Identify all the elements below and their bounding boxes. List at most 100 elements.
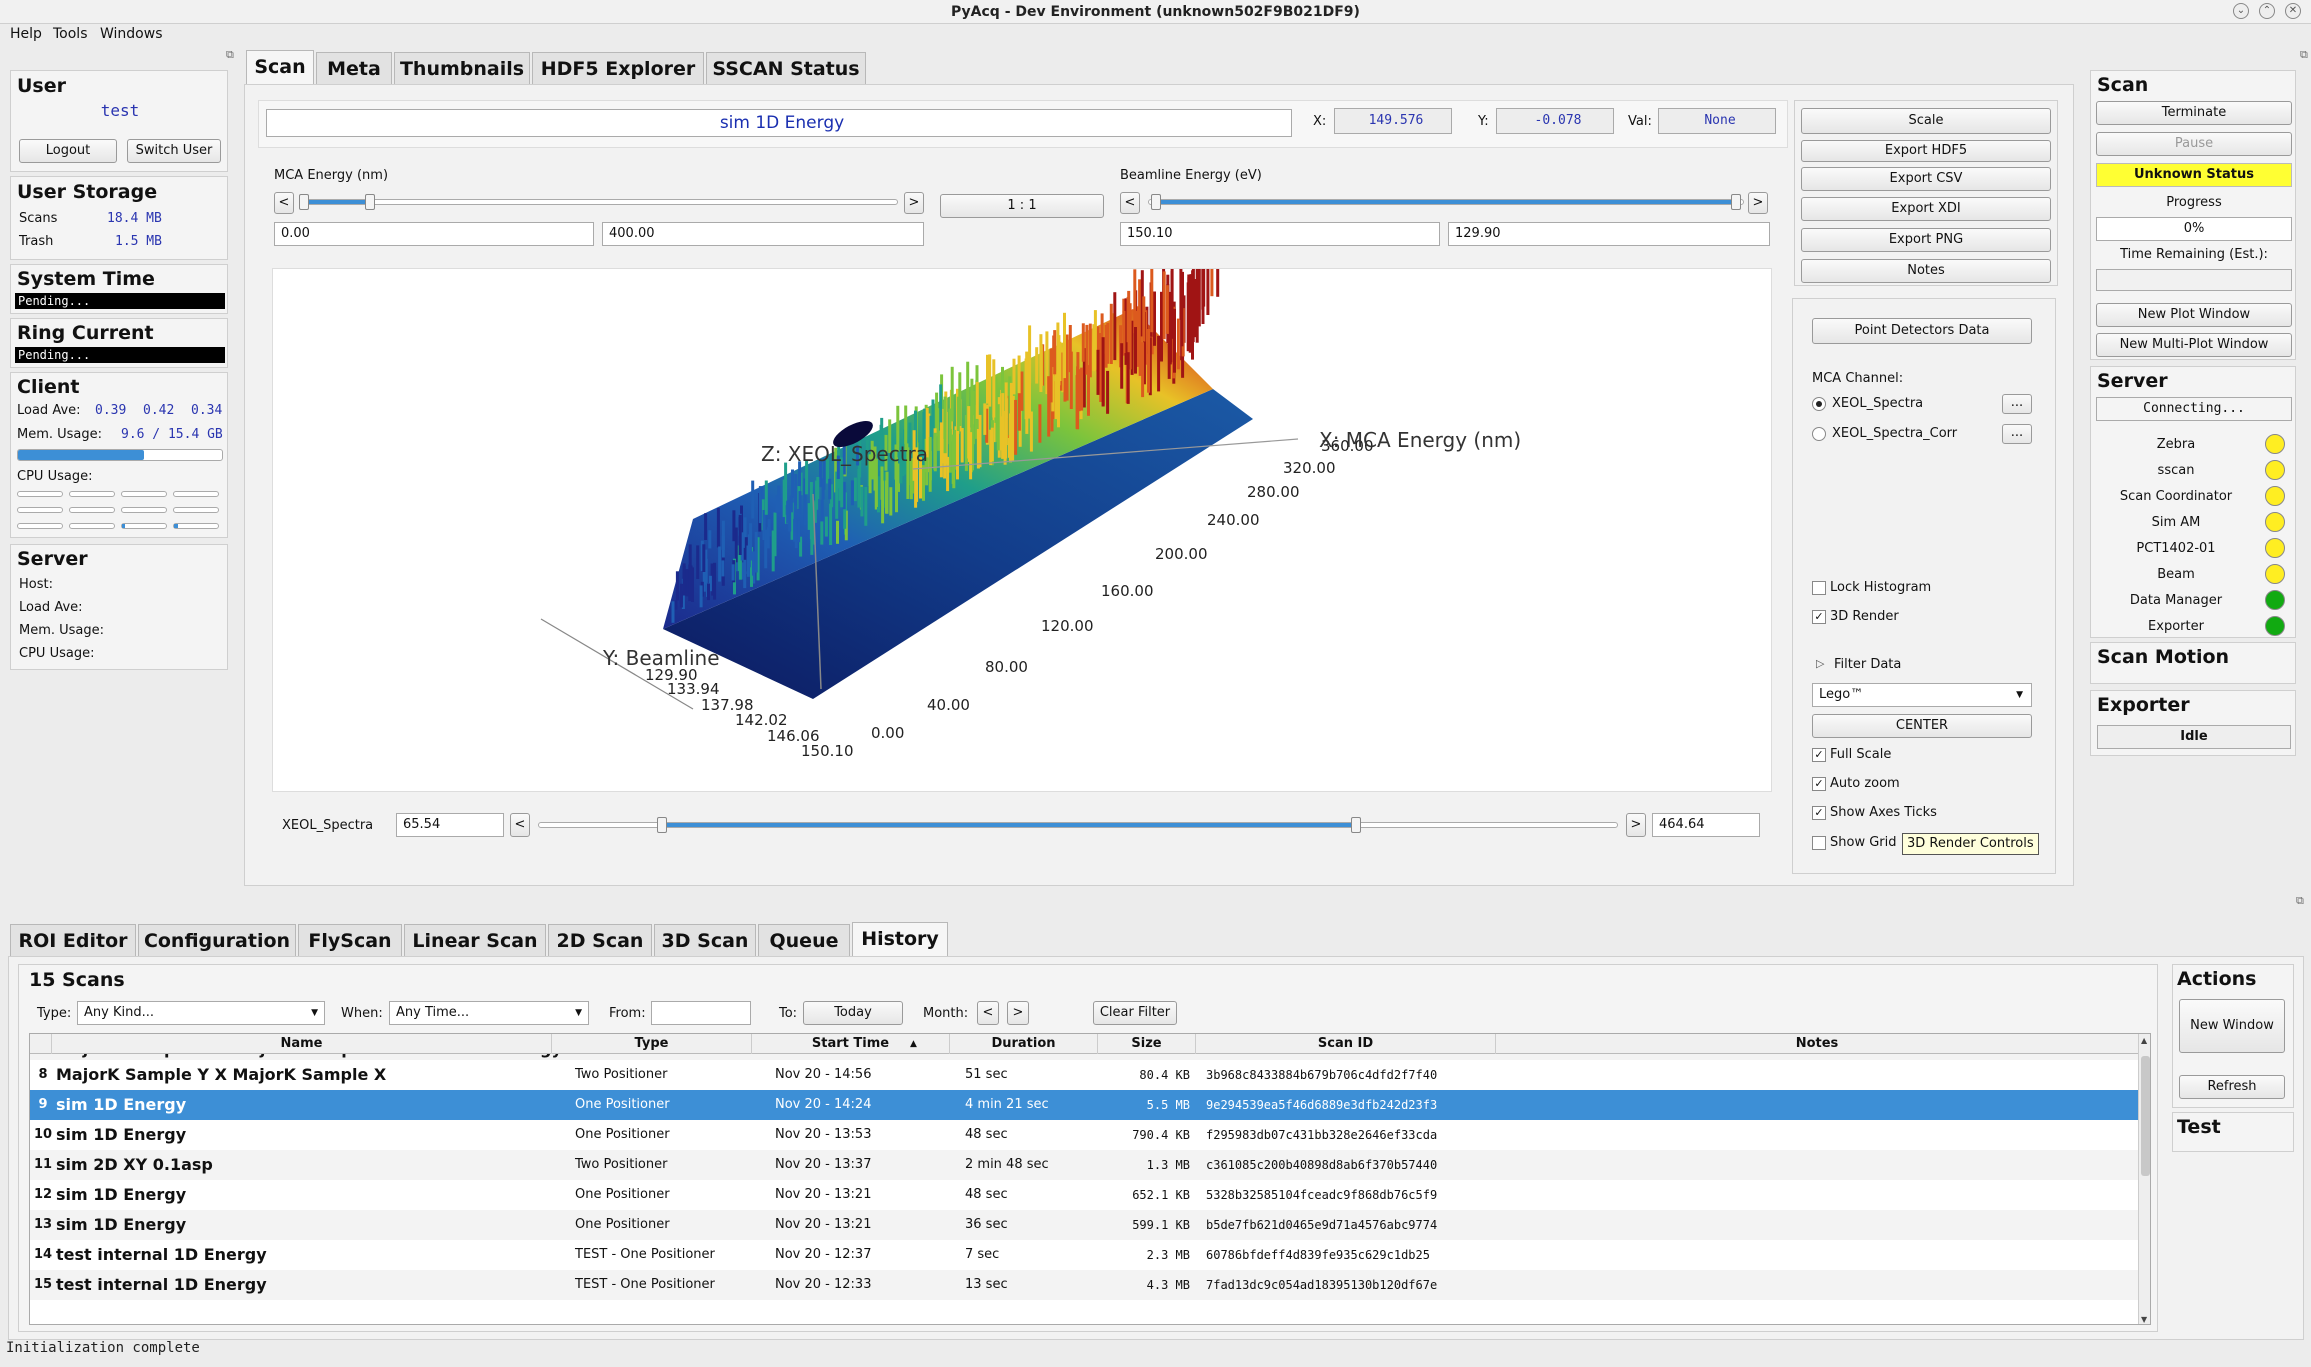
col-start-time[interactable]: Start Time xyxy=(752,1034,950,1054)
filter-data-label[interactable]: Filter Data xyxy=(1834,657,1901,672)
export-png-button[interactable]: Export PNG xyxy=(1801,228,2051,252)
mca-max-field[interactable]: 400.00 xyxy=(602,222,924,246)
plot-3d-area[interactable]: 0.00 40.00 80.00 120.00 160.00 200.00 240.00 28… xyxy=(272,233,1773,793)
logout-button[interactable]: Logout xyxy=(19,139,117,163)
beamline-range-handle-max[interactable] xyxy=(1731,194,1741,210)
terminate-button[interactable]: Terminate xyxy=(2096,101,2292,125)
channel-xeol-spectra-corr-more-button[interactable]: ... xyxy=(2002,424,2032,444)
lock-histogram-checkbox[interactable] xyxy=(1812,581,1826,595)
undock-icon[interactable]: ⧉ xyxy=(226,48,234,62)
tab-configuration[interactable]: Configuration xyxy=(138,924,296,957)
pause-button[interactable]: Pause xyxy=(2096,132,2292,156)
to-date-button[interactable]: Today xyxy=(803,1001,903,1025)
mca-min-field[interactable]: 0.00 xyxy=(274,222,594,246)
new-plot-window-button[interactable]: New Plot Window xyxy=(2096,303,2292,327)
export-hdf5-button[interactable]: Export HDF5 xyxy=(1801,140,2051,162)
undock-icon-right[interactable]: ⧉ xyxy=(2300,48,2308,62)
table-row[interactable]: 8 MajorK Sample Y X MajorK Sample X Two Po… xyxy=(30,1060,2141,1090)
radio-xeol-spectra-corr[interactable] xyxy=(1812,427,1826,441)
col-name[interactable]: Name xyxy=(52,1034,552,1054)
xeol-range-handle-max[interactable] xyxy=(1351,817,1361,833)
export-csv-button[interactable]: Export CSV xyxy=(1801,167,2051,191)
render-mode-select[interactable]: Lego™ ▼ xyxy=(1812,683,2032,707)
new-window-button[interactable]: New Window xyxy=(2179,999,2285,1053)
table-row[interactable]: 14 test internal 1D Energy TEST - One Posi… xyxy=(30,1240,2141,1270)
tab-roi-editor[interactable]: ROI Editor xyxy=(10,924,136,957)
plot-title-field[interactable]: sim 1D Energy xyxy=(266,109,1292,137)
tab-3d-scan[interactable]: 3D Scan xyxy=(654,924,756,957)
col-duration[interactable]: Duration xyxy=(950,1034,1098,1054)
undock-icon-bottom[interactable]: ⧉ xyxy=(2296,894,2304,908)
xeol-range-slider[interactable] xyxy=(538,817,1618,833)
show-grid-checkbox[interactable] xyxy=(1812,836,1826,850)
mca-prev-button[interactable]: < xyxy=(274,192,294,214)
filter-expand-icon[interactable]: ▷ xyxy=(1816,657,1824,670)
history-scrollbar[interactable]: ▲ ▼ xyxy=(2138,1034,2150,1324)
channel-xeol-spectra-more-button[interactable]: ... xyxy=(2002,394,2032,414)
tab-sscan-status[interactable]: SSCAN Status xyxy=(706,52,866,85)
switch-user-button[interactable]: Switch User xyxy=(127,139,221,163)
export-xdi-button[interactable]: Export XDI xyxy=(1801,197,2051,221)
scrollbar-thumb[interactable] xyxy=(2141,1056,2150,1176)
beamline-range-handle-min[interactable] xyxy=(1151,194,1161,210)
tab-2d-scan[interactable]: 2D Scan xyxy=(548,924,652,957)
beamline-next-button[interactable]: > xyxy=(1748,192,1768,214)
beamline-range-slider[interactable] xyxy=(1148,194,1744,210)
tab-meta[interactable]: Meta xyxy=(316,52,392,85)
tab-history[interactable]: History xyxy=(852,922,948,957)
beamline-prev-button[interactable]: < xyxy=(1120,192,1140,214)
clear-filter-button[interactable]: Clear Filter xyxy=(1093,1001,1177,1025)
mca-range-slider[interactable] xyxy=(299,194,898,210)
mca-range-handle-max[interactable] xyxy=(365,194,375,210)
col-size[interactable]: Size xyxy=(1098,1034,1196,1054)
xeol-range-handle-min[interactable] xyxy=(657,817,667,833)
menu-help[interactable]: Help xyxy=(10,26,42,42)
when-filter-select[interactable]: Any Time... ▼ xyxy=(389,1001,589,1025)
table-row[interactable]: 12 sim 1D Energy One Positioner Nov 20 - 13… xyxy=(30,1180,2141,1210)
tab-scan[interactable]: Scan xyxy=(246,50,314,85)
notes-button[interactable]: Notes xyxy=(1801,259,2051,283)
from-date-field[interactable] xyxy=(651,1001,751,1025)
table-row[interactable]: 15 test internal 1D Energy TEST - One Posi… xyxy=(30,1270,2141,1300)
minimize-icon[interactable]: ⌄ xyxy=(2233,3,2249,19)
xeol-prev-button[interactable]: < xyxy=(510,813,530,837)
surface-3d-chart[interactable]: 0.00 40.00 80.00 120.00 160.00 200.00 240.00 28… xyxy=(273,233,1773,793)
beamline-min-field[interactable]: 150.10 xyxy=(1120,222,1440,246)
mca-next-button[interactable]: > xyxy=(904,192,924,214)
render-3d-checkbox[interactable]: ✓ xyxy=(1812,610,1826,624)
show-axes-ticks-checkbox[interactable]: ✓ xyxy=(1812,806,1826,820)
col-type[interactable]: Type xyxy=(552,1034,752,1054)
maximize-icon[interactable]: ⌃ xyxy=(2259,3,2275,19)
new-multi-plot-window-button[interactable]: New Multi-Plot Window xyxy=(2096,333,2292,357)
center-button[interactable]: CENTER xyxy=(1812,714,2032,738)
close-icon[interactable]: ✕ xyxy=(2285,3,2301,19)
xeol-max-field[interactable]: 464.64 xyxy=(1652,813,1760,837)
col-scan-id[interactable]: Scan ID xyxy=(1196,1034,1496,1054)
full-scale-checkbox[interactable]: ✓ xyxy=(1812,748,1826,762)
xeol-next-button[interactable]: > xyxy=(1626,813,1646,837)
beamline-max-field[interactable]: 129.90 xyxy=(1448,222,1770,246)
tab-linear-scan[interactable]: Linear Scan xyxy=(404,924,546,957)
tab-hdf5-explorer[interactable]: HDF5 Explorer xyxy=(532,52,704,85)
history-table[interactable]: 7MajorK Sample X X MajorK Sample Y X Bea… xyxy=(29,1033,2151,1325)
mca-range-handle-min[interactable] xyxy=(299,194,309,210)
tab-thumbnails[interactable]: Thumbnails xyxy=(394,52,530,85)
col-notes[interactable]: Notes xyxy=(1496,1034,2138,1054)
table-row[interactable]: 10 sim 1D Energy One Positioner Nov 20 - 13… xyxy=(30,1120,2141,1150)
table-row[interactable]: 11 sim 2D XY 0.1asp Two Positioner Nov 20 -… xyxy=(30,1150,2141,1180)
menu-windows[interactable]: Windows xyxy=(100,26,163,42)
point-detectors-button[interactable]: Point Detectors Data xyxy=(1812,318,2032,344)
refresh-button[interactable]: Refresh xyxy=(2179,1075,2285,1099)
type-filter-select[interactable]: Any Kind... ▼ xyxy=(77,1001,325,1025)
aspect-ratio-button[interactable]: 1 : 1 xyxy=(940,194,1104,218)
scale-button[interactable]: Scale xyxy=(1801,108,2051,134)
tab-flyscan[interactable]: FlyScan xyxy=(298,924,402,957)
auto-zoom-checkbox[interactable]: ✓ xyxy=(1812,777,1826,791)
xeol-min-field[interactable]: 65.54 xyxy=(396,813,504,837)
month-prev-button[interactable]: < xyxy=(977,1001,999,1025)
menu-tools[interactable]: Tools xyxy=(53,26,88,42)
table-row[interactable]: 13 sim 1D Energy One Positioner Nov 20 - 13… xyxy=(30,1210,2141,1240)
month-next-button[interactable]: > xyxy=(1007,1001,1029,1025)
table-row[interactable]: 9 sim 1D Energy One Positioner Nov 20 - 14:… xyxy=(30,1090,2141,1120)
tab-queue[interactable]: Queue xyxy=(758,924,850,957)
